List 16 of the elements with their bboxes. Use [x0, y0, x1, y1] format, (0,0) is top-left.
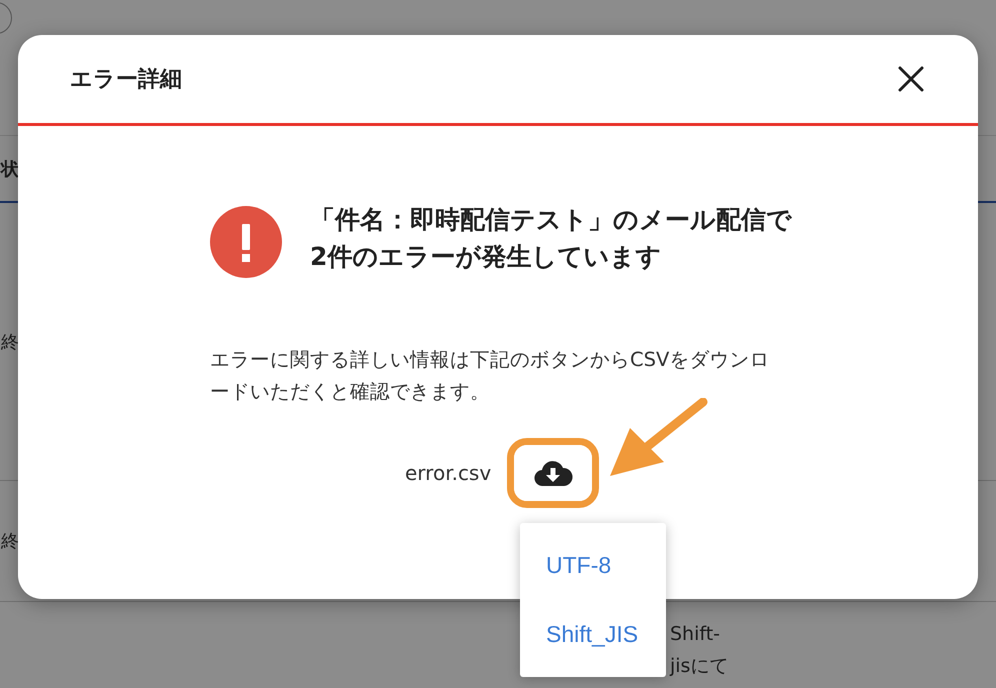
tab-label: 状 — [1, 158, 19, 180]
table-cell-text: 終 — [1, 530, 19, 553]
menu-item[interactable]: UTF-8 — [520, 531, 666, 600]
cloud-download-icon — [533, 459, 574, 487]
error-message: 2件のエラーが発生しています — [310, 241, 662, 273]
dialog-title: エラー詳細 — [70, 66, 182, 94]
table-cell-text: jisにて — [670, 654, 728, 679]
error-icon — [210, 206, 282, 278]
table-cell-text: Shift- — [670, 622, 722, 647]
menu-item[interactable]: Shift_JIS — [520, 600, 666, 669]
file-name: error.csv — [405, 461, 492, 485]
description-text: エラーに関する詳しい情報は下記のボタンからCSVをダウンロードいただくと確認できます。 — [210, 347, 770, 405]
close-icon[interactable] — [898, 66, 924, 92]
table-cell-text: 終 — [1, 330, 19, 354]
download-button[interactable] — [514, 445, 592, 501]
error-message: 「件名：即時配信テスト」のメール配信で — [310, 204, 792, 236]
